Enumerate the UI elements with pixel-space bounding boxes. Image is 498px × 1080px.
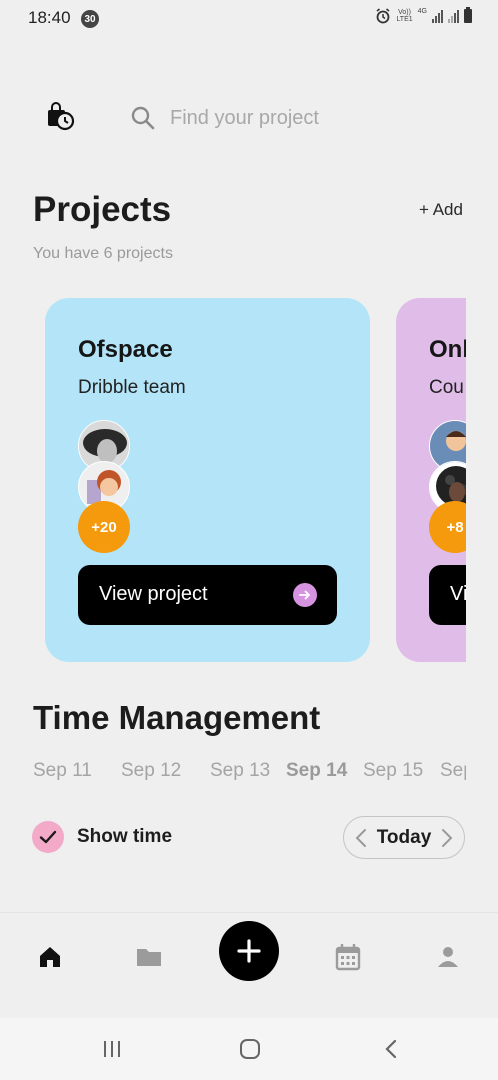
date-item[interactable]: Sep 11 — [33, 760, 92, 782]
add-project-button[interactable]: + Add — [419, 200, 463, 220]
view-project-button[interactable]: View project — [78, 565, 337, 625]
folder-icon[interactable] — [133, 941, 165, 973]
status-bar: 18:40 30 Vo)) LTE1 4G — [0, 0, 498, 36]
date-item-selected[interactable]: Sep 14 — [286, 760, 347, 782]
bottom-nav — [0, 912, 498, 1018]
profile-icon[interactable] — [432, 941, 464, 973]
projects-title: Projects — [33, 190, 172, 229]
date-item[interactable]: Sep — [440, 760, 466, 782]
search-bar[interactable] — [130, 100, 430, 136]
today-selector[interactable]: Today — [343, 816, 465, 859]
back-icon[interactable] — [378, 1037, 404, 1061]
date-item[interactable]: Sep 15 — [363, 760, 423, 782]
project-card[interactable]: Onl Cou +8 Vi — [396, 298, 466, 662]
project-team: Cou — [429, 377, 464, 398]
status-time: 18:40 — [28, 8, 71, 27]
checkmark-icon[interactable] — [32, 821, 64, 853]
signal-icon — [432, 9, 443, 23]
system-nav-bar — [0, 1018, 498, 1080]
projects-count-text: You have 6 projects — [33, 245, 173, 262]
signal-icon — [448, 9, 459, 23]
add-icon[interactable] — [219, 921, 279, 981]
project-carousel[interactable]: Ofspace Dribble team +20 View project On… — [0, 298, 466, 664]
show-time-label: Show time — [77, 826, 173, 847]
search-input[interactable] — [170, 106, 410, 130]
date-item[interactable]: Sep 12 — [121, 760, 181, 782]
calendar-icon[interactable] — [332, 941, 364, 973]
today-label: Today — [376, 826, 432, 848]
member-count-badge: +20 — [78, 501, 130, 553]
project-team: Dribble team — [78, 377, 186, 398]
network-type: 4G — [417, 8, 427, 15]
project-card[interactable]: Ofspace Dribble team +20 View project — [45, 298, 370, 662]
clock-bag-icon[interactable] — [46, 102, 76, 132]
chevron-left-icon[interactable] — [354, 827, 368, 849]
view-project-button[interactable]: Vi — [429, 565, 466, 625]
home-icon[interactable] — [34, 941, 66, 973]
arrow-right-icon — [293, 583, 317, 607]
time-management-title: Time Management — [33, 699, 321, 736]
chevron-right-icon[interactable] — [440, 827, 454, 849]
alarm-icon — [376, 8, 390, 24]
notification-badge: 30 — [81, 10, 99, 28]
search-icon — [131, 106, 155, 130]
status-icons: Vo)) LTE1 4G — [375, 7, 472, 24]
view-project-label: Vi — [450, 583, 466, 605]
view-project-label: View project — [99, 583, 208, 605]
volte-indicator: Vo)) LTE1 — [396, 9, 413, 23]
project-title: Ofspace — [78, 336, 173, 363]
recent-apps-icon[interactable] — [99, 1037, 125, 1061]
member-count-badge: +8 — [429, 501, 466, 553]
show-time-toggle[interactable]: Show time — [32, 821, 172, 853]
home-button-icon[interactable] — [237, 1037, 263, 1061]
date-item[interactable]: Sep 13 — [210, 760, 270, 782]
date-strip[interactable]: Sep 11 Sep 12 Sep 13 Sep 14 Sep 15 Sep — [33, 760, 466, 786]
project-title: Onl — [429, 336, 466, 363]
battery-icon — [464, 7, 472, 23]
